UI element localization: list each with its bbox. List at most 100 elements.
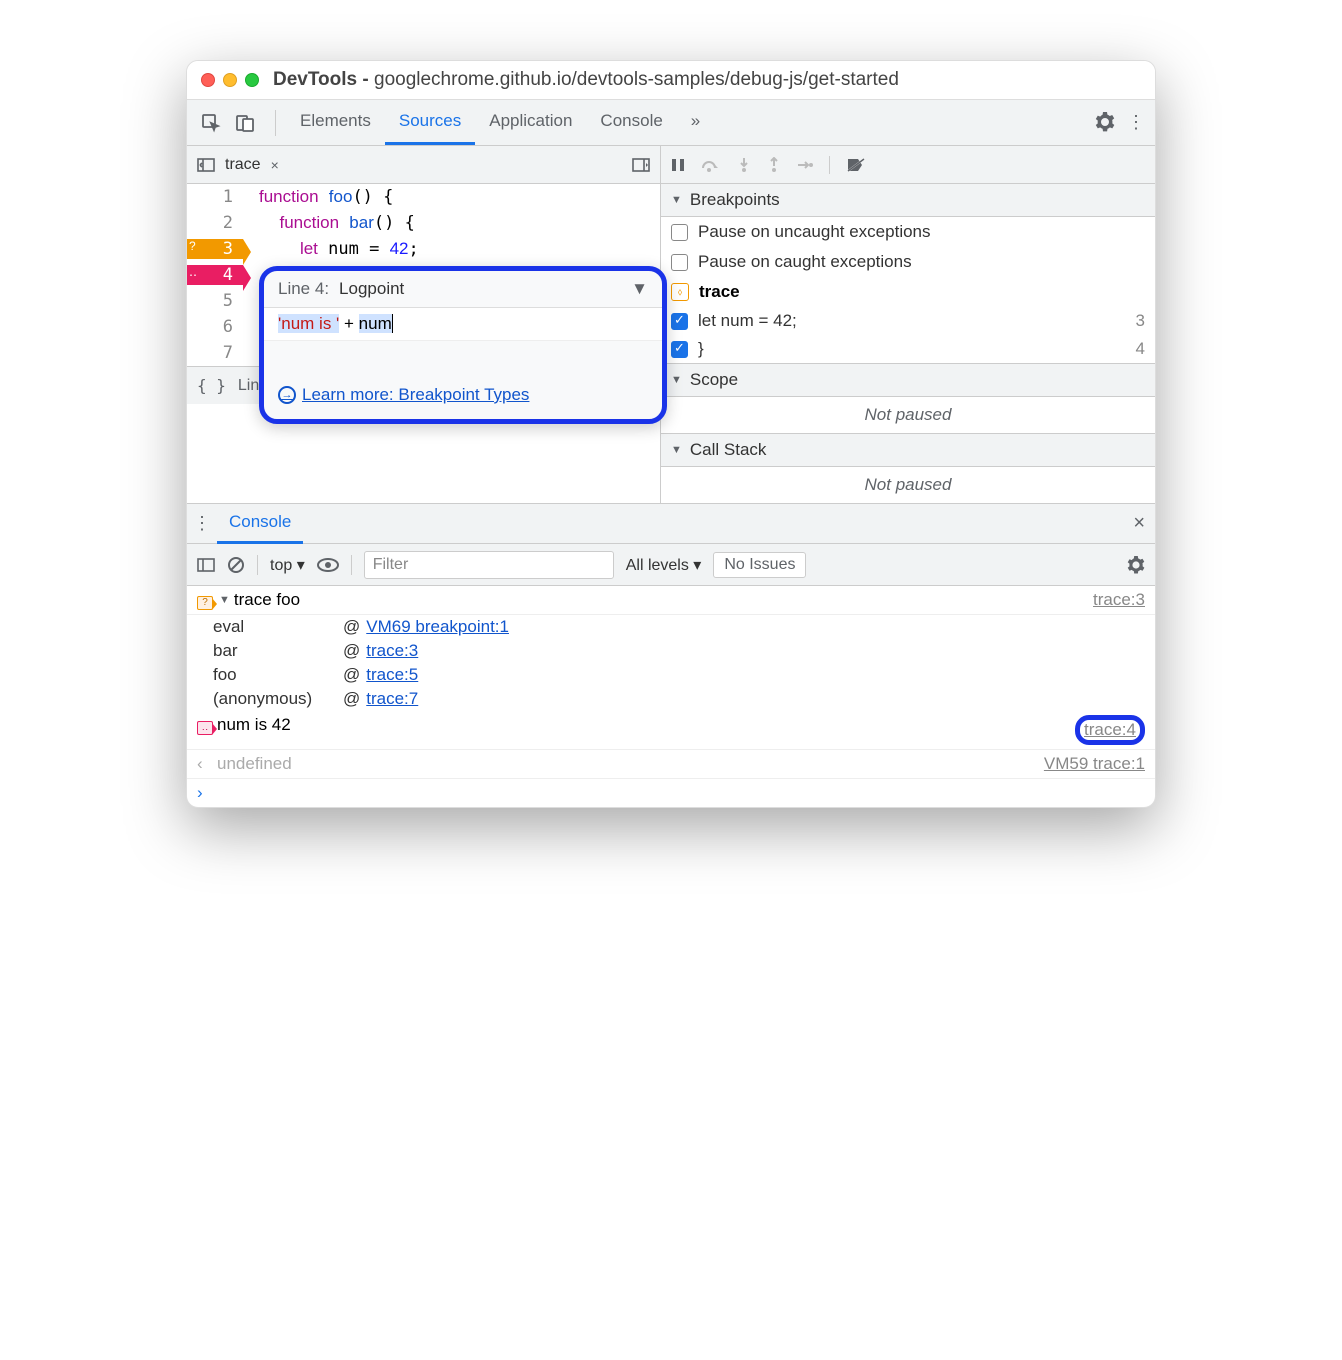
breakpoint-code: } (698, 339, 704, 359)
checkbox-icon[interactable] (671, 341, 688, 358)
console-settings-icon[interactable] (1127, 556, 1145, 574)
console-sidebar-icon[interactable] (197, 558, 215, 572)
line-number[interactable]: 2 (187, 213, 243, 233)
show-navigator-icon[interactable] (197, 158, 215, 172)
debugger-controls (661, 156, 876, 174)
filter-input[interactable]: Filter (364, 551, 614, 579)
line-number[interactable]: 1 (187, 187, 243, 207)
stack-source-link[interactable]: trace:5 (366, 665, 418, 685)
issues-button[interactable]: No Issues (713, 552, 806, 578)
breakpoint-item[interactable]: }4 (661, 335, 1155, 363)
code-line[interactable]: 3? let num = 42; (187, 236, 660, 262)
log-source-link[interactable]: trace:4 (1084, 720, 1136, 739)
learn-more-link[interactable]: → Learn more: Breakpoint Types (278, 385, 648, 405)
editor-tabs: trace × (187, 146, 661, 183)
console-toolbar: top ▾ Filter All levels ▾ No Issues (187, 544, 1155, 586)
title-prefix: DevTools - (273, 69, 374, 90)
tab-console[interactable]: Console (586, 100, 676, 145)
at-symbol: @ (343, 617, 360, 637)
arrow-circle-icon: → (278, 386, 296, 404)
stack-frame[interactable]: foo@trace:5 (213, 663, 1155, 687)
return-arrow-icon: ‹ (197, 754, 217, 774)
return-value: undefined (217, 754, 1044, 774)
breakpoint-type-select[interactable]: Logpoint (339, 279, 631, 299)
zoom-window-button[interactable] (245, 73, 259, 87)
console-trace-row[interactable]: ? ▼ trace foo trace:3 (187, 586, 1155, 615)
return-source-link[interactable]: VM59 trace:1 (1044, 754, 1145, 774)
code-line[interactable]: 2 function bar() { (187, 210, 660, 236)
pause-caught-checkbox[interactable]: Pause on caught exceptions (661, 247, 1155, 277)
context-selector[interactable]: top ▾ (270, 555, 305, 575)
stack-source-link[interactable]: trace:3 (366, 641, 418, 661)
drawer-menu-icon[interactable]: ⋮ (187, 513, 217, 534)
pretty-print-icon[interactable]: { } (197, 376, 226, 395)
at-symbol: @ (343, 641, 360, 661)
code-text: let num = 42; (243, 239, 419, 259)
stack-frame[interactable]: eval@ VM69 breakpoint:1 (213, 615, 1155, 639)
breakpoint-file-group[interactable]: ⬨trace (661, 277, 1155, 307)
divider (829, 156, 830, 174)
tab-sources[interactable]: Sources (385, 100, 475, 145)
expand-icon[interactable]: ▼ (219, 594, 230, 606)
scope-header[interactable]: ▼Scope (661, 363, 1155, 397)
titlebar: DevTools - googlechrome.github.io/devtoo… (187, 61, 1155, 100)
settings-icon[interactable] (1095, 112, 1115, 133)
inspect-element-icon[interactable] (197, 109, 225, 137)
trace-source-link[interactable]: trace:3 (1093, 590, 1145, 610)
popover-spacer (264, 341, 662, 371)
panel-tabs: Elements Sources Application Console » (286, 100, 1095, 145)
log-levels-select[interactable]: All levels ▾ (626, 555, 702, 575)
line-number[interactable]: 4‥ (187, 265, 243, 285)
title-url: googlechrome.github.io/devtools-samples/… (374, 69, 899, 90)
step-out-icon[interactable] (767, 157, 781, 173)
deactivate-breakpoints-icon[interactable] (846, 157, 866, 173)
clear-console-icon[interactable] (227, 556, 245, 574)
logpoint-expression-input[interactable]: 'num is ' + num (264, 308, 662, 341)
divider (257, 555, 258, 575)
stack-frame[interactable]: (anonymous)@trace:7 (213, 687, 1155, 711)
traffic-lights (201, 73, 259, 87)
breakpoints-header[interactable]: ▼ Breakpoints (661, 184, 1155, 217)
line-number[interactable]: 5 (187, 291, 243, 311)
section-label: Breakpoints (690, 190, 780, 210)
stack-source-link[interactable]: trace:7 (366, 689, 418, 709)
chevron-down-icon[interactable]: ▼ (631, 279, 648, 299)
device-toolbar-icon[interactable] (231, 109, 259, 137)
breakpoint-badge: ‥ (189, 265, 197, 279)
console-prompt[interactable]: › (187, 779, 1155, 807)
stack-frame[interactable]: bar@trace:3 (213, 639, 1155, 663)
tab-application[interactable]: Application (475, 100, 586, 145)
step-into-icon[interactable] (737, 157, 751, 173)
step-icon[interactable] (797, 159, 813, 171)
line-number[interactable]: 3? (187, 239, 243, 259)
kebab-menu-icon[interactable]: ⋮ (1127, 112, 1145, 133)
stack-source-link[interactable]: VM69 breakpoint:1 (366, 617, 509, 637)
chevron-down-icon: ▼ (671, 194, 682, 206)
drawer-tab-console[interactable]: Console (217, 503, 303, 544)
file-tab-trace[interactable]: trace × (225, 156, 279, 174)
tab-elements[interactable]: Elements (286, 100, 385, 145)
checkbox-icon[interactable] (671, 313, 688, 330)
logpoint-badge-icon: ‥ (197, 715, 217, 735)
breakpoint-item[interactable]: let num = 42;3 (661, 307, 1155, 335)
input-var: num (359, 314, 392, 333)
close-drawer-icon[interactable]: × (1133, 512, 1145, 535)
divider (275, 110, 276, 136)
pause-uncaught-checkbox[interactable]: Pause on uncaught exceptions (661, 217, 1155, 247)
live-expression-icon[interactable] (317, 558, 339, 572)
console-log-row[interactable]: ‥ num is 42 trace:4 (187, 711, 1155, 750)
callstack-header[interactable]: ▼Call Stack (661, 434, 1155, 467)
line-number[interactable]: 6 (187, 317, 243, 337)
code-text: function bar() { (243, 213, 415, 233)
line-number[interactable]: 7 (187, 343, 243, 363)
minimize-window-button[interactable] (223, 73, 237, 87)
window-title: DevTools - googlechrome.github.io/devtoo… (273, 69, 899, 91)
close-window-button[interactable] (201, 73, 215, 87)
code-line[interactable]: 1function foo() { (187, 184, 660, 210)
close-tab-icon[interactable]: × (271, 157, 279, 173)
tab-overflow[interactable]: » (677, 100, 714, 145)
step-over-icon[interactable] (701, 158, 721, 172)
stack-fn: eval (213, 617, 343, 637)
pause-icon[interactable] (671, 158, 685, 172)
show-debugger-icon[interactable] (632, 158, 650, 172)
